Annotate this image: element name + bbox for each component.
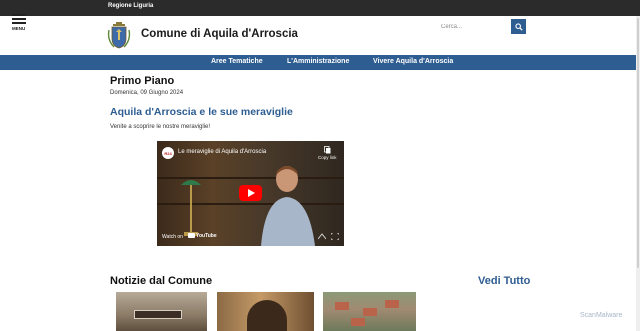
lamp-image [181, 180, 201, 236]
section-heading-notizie: Notizie dal Comune [110, 275, 213, 287]
video-thumbnail-person [261, 166, 315, 246]
channel-logo[interactable]: R24 [162, 147, 174, 159]
site-title[interactable]: Comune di Aquila d'Arroscia [141, 28, 298, 40]
video-embed[interactable]: R24 Le meraviglie di Aquila d'Arroscia C… [157, 141, 344, 246]
copy-icon[interactable] [324, 146, 331, 154]
menu-label: MENU [12, 26, 26, 31]
youtube-icon [188, 233, 195, 238]
news-card-image [134, 310, 182, 319]
nav-item-amministrazione[interactable]: L'Amministrazione [287, 58, 349, 65]
menu-button[interactable]: MENU [12, 14, 26, 31]
news-card[interactable] [323, 292, 416, 331]
article-summary: Venite a scoprire le nostre meraviglie! [110, 124, 211, 130]
article-title-link[interactable]: Aquila d'Arroscia e le sue meraviglie [110, 106, 293, 118]
fullscreen-icon[interactable] [331, 233, 339, 240]
scrollbar-thumb[interactable] [637, 18, 639, 268]
article-date: Domenica, 09 Giugno 2024 [110, 90, 184, 96]
news-card-image [247, 300, 287, 331]
news-card-image [335, 302, 349, 310]
copy-link-label[interactable]: Copy link [318, 155, 337, 160]
section-heading-primo-piano: Primo Piano [110, 75, 175, 87]
youtube-logo[interactable]: YouTube [188, 233, 217, 239]
settings-icon[interactable] [318, 233, 326, 240]
municipal-crest-logo[interactable] [107, 20, 131, 50]
watermark: ScanMalware [580, 312, 623, 319]
site-header [0, 16, 640, 55]
search-button[interactable] [511, 19, 526, 34]
hamburger-icon [12, 14, 26, 16]
top-bar: Regione Liguria [0, 0, 640, 16]
view-all-link[interactable]: Vedi Tutto [478, 275, 530, 287]
news-card[interactable] [217, 292, 314, 331]
watch-on-label[interactable]: Watch on [162, 234, 183, 240]
nav-item-vivere[interactable]: Vivere Aquila d'Arroscia [373, 58, 453, 65]
news-card[interactable] [116, 292, 207, 331]
main-nav: Aree Tematiche L'Amministrazione Vivere … [0, 55, 637, 70]
nav-item-aree-tematiche[interactable]: Aree Tematiche [211, 58, 263, 65]
search-input[interactable] [438, 20, 509, 33]
region-link[interactable]: Regione Liguria [108, 3, 153, 9]
scrollbar[interactable] [636, 16, 640, 331]
play-button[interactable] [239, 185, 262, 201]
play-icon [247, 189, 255, 197]
search-icon [514, 22, 523, 31]
video-title[interactable]: Le meraviglie di Aquila d'Arroscia [178, 149, 266, 155]
